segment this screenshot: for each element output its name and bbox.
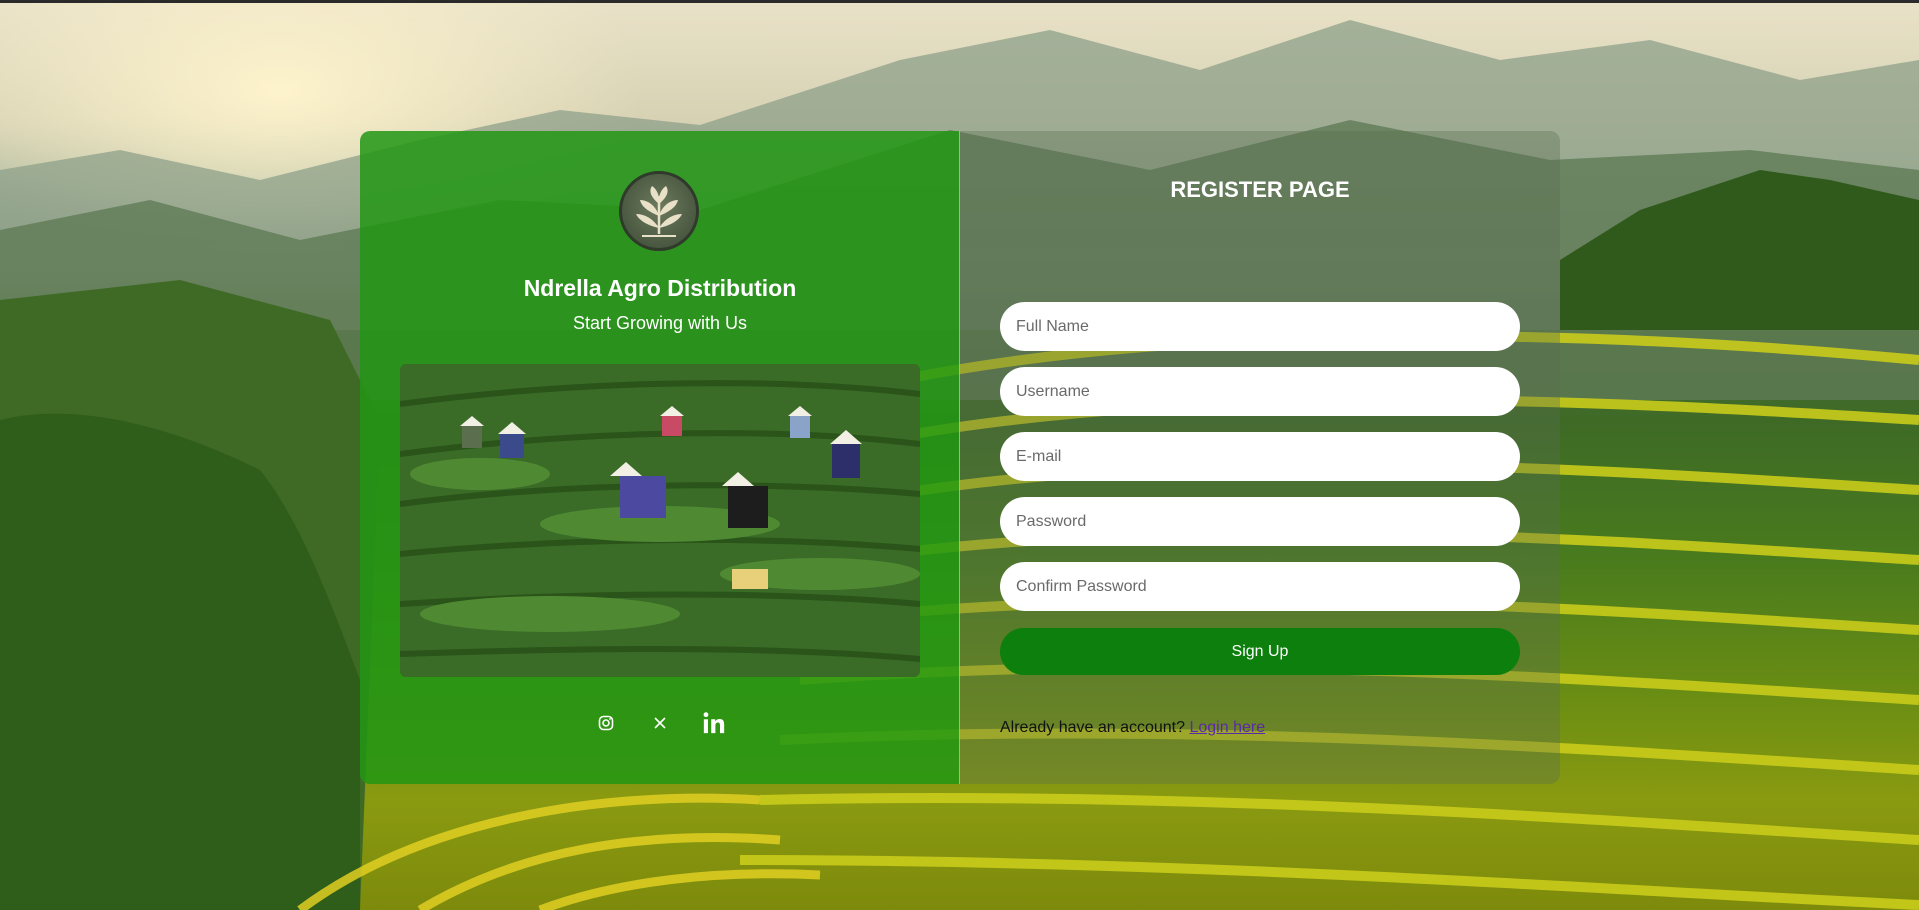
tea-field-illustration — [400, 364, 920, 677]
login-prompt: Already have an account? Login here — [1000, 719, 1265, 737]
brand-tagline: Start Growing with Us — [572, 313, 748, 333]
sign-up-button[interactable]: Sign Up — [1000, 628, 1520, 675]
sprout-icon — [636, 186, 682, 237]
login-link[interactable]: Login here — [1189, 719, 1265, 736]
full-name-input[interactable] — [1000, 302, 1520, 351]
brand-panel: Ndrella Agro Distribution Start Growing … — [360, 131, 960, 784]
email-input[interactable] — [1000, 432, 1520, 481]
page-title: REGISTER PAGE — [1170, 177, 1350, 202]
form-panel: REGISTER PAGE Sign Up Already have an ac… — [960, 131, 1560, 784]
farmers-photo — [400, 364, 920, 677]
window-top-border — [0, 0, 1919, 3]
login-prompt-text: Already have an account? — [1000, 719, 1186, 736]
password-input[interactable] — [1000, 497, 1520, 546]
instagram-icon[interactable] — [594, 706, 618, 740]
brand-name: Ndrella Agro Distribution — [523, 275, 797, 301]
social-links — [360, 706, 960, 740]
linkedin-icon[interactable] — [702, 706, 726, 740]
brand-logo — [619, 171, 699, 251]
x-icon[interactable] — [648, 706, 672, 740]
username-input[interactable] — [1000, 367, 1520, 416]
register-card: Ndrella Agro Distribution Start Growing … — [360, 131, 1560, 784]
confirm-password-input[interactable] — [1000, 562, 1520, 611]
